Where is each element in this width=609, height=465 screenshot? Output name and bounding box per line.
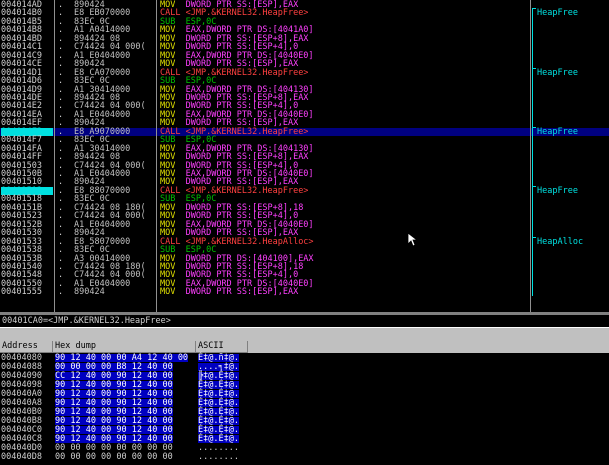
dump-row[interactable]: 004040D8 00 00 00 00 00 00 00 00........ [0,452,609,462]
comment-bracket [532,67,536,127]
comment-bracket [532,8,536,68]
comment-bracket [532,236,536,296]
disasm-marker: . [58,287,64,298]
disasm-comment: HeapFree [537,8,578,19]
dump-header-address[interactable]: Address [0,341,53,353]
disasm-hex: 890424 [74,287,105,298]
disasm-operands: DWORD PTR SS:[ESP],EAX [185,287,299,298]
dump-pane[interactable]: Address Hex dump ASCII 00404080 90 12 40 … [0,341,609,465]
pane-splitter-lower[interactable] [0,327,609,341]
disasm-column-separator-2 [156,0,157,312]
dump-ascii: ........ [198,452,239,462]
disasm-mnemonic: MOV [160,287,176,298]
dump-address: 004040D8 [1,452,42,462]
dump-header-hex[interactable]: Hex dump [53,341,196,353]
disasm-column-separator [54,0,55,312]
comment-bracket [532,126,536,186]
disasm-row[interactable]: 00401555. 890424 MOV DWORD PTR SS:[ESP],EA… [0,287,609,298]
disasm-comment: HeapFree [537,185,578,196]
comment-bracket [532,185,536,237]
disasm-comment: HeapFree [537,67,578,78]
dump-hex: 00 00 00 00 00 00 00 00 [55,452,173,462]
disasm-address: 00401555 [1,287,42,298]
dump-header-ascii[interactable]: ASCII [196,341,248,353]
mouse-cursor-icon [407,232,419,247]
debugger-window: 004014AD. 890424 MOV DWORD PTR SS:[ESP],EA… [0,0,609,465]
dump-header: Address Hex dump ASCII [0,341,609,353]
disasm-comment: HeapFree [537,126,578,137]
info-line: 00401CA0=<JMP.&KERNEL32.HeapFree> [0,315,609,327]
disasm-instruction: MOV DWORD PTR SS:[ESP],EAX [160,287,299,298]
disasm-comment: HeapAlloc [537,236,584,247]
disasm-column-separator-3 [530,0,531,312]
disassembly-pane[interactable]: 004014AD. 890424 MOV DWORD PTR SS:[ESP],EA… [0,0,609,312]
